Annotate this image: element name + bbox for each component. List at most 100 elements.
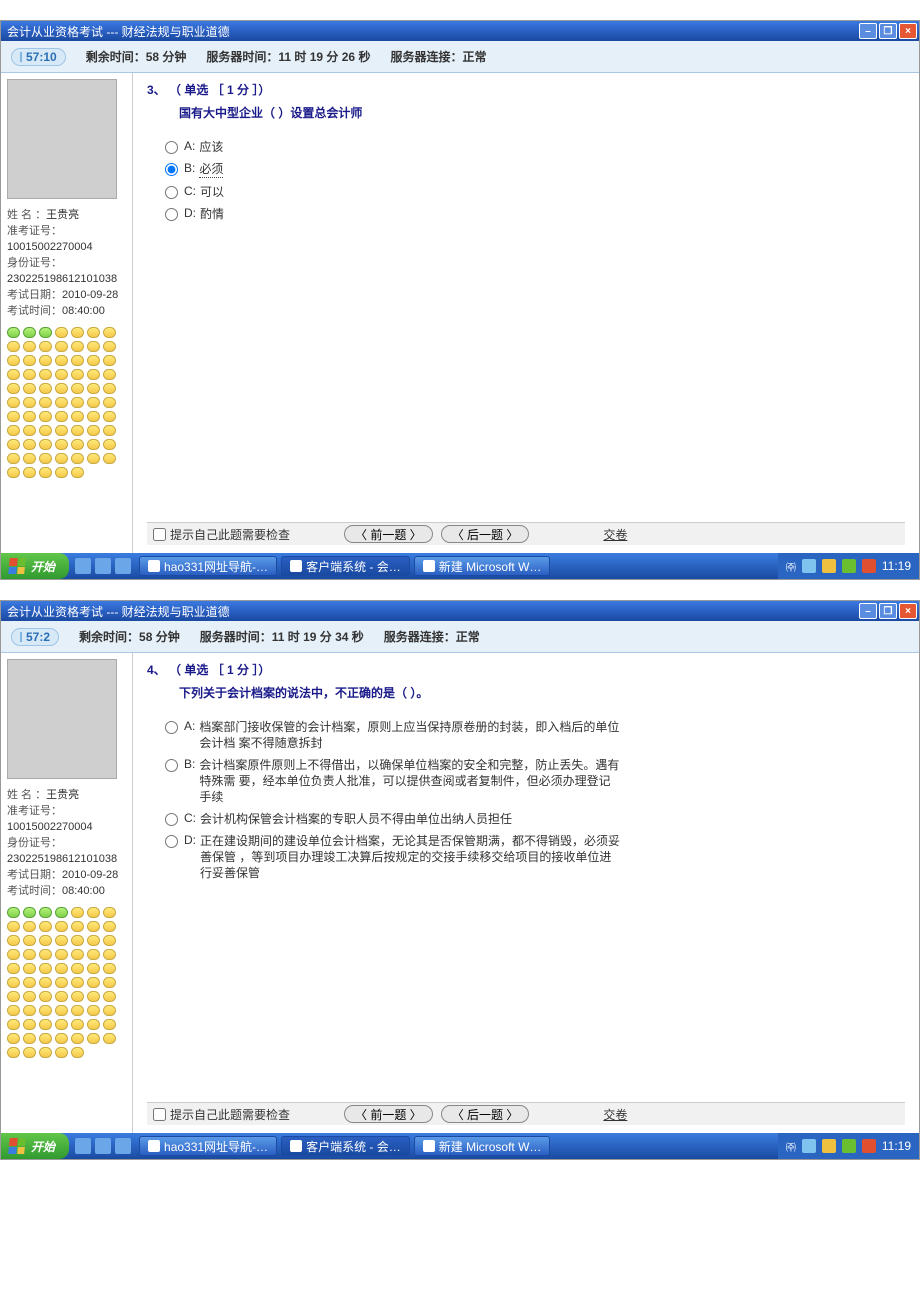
nav-question-button[interactable] [55,439,68,450]
nav-question-button[interactable] [39,439,52,450]
taskbar-app-button[interactable]: 新建 Microsoft W… [414,1136,551,1156]
tray-icon[interactable] [822,1139,836,1153]
nav-question-button[interactable] [71,397,84,408]
nav-question-button[interactable] [55,467,68,478]
nav-question-button[interactable] [7,921,20,932]
nav-question-button[interactable] [39,383,52,394]
quick-icon[interactable] [75,1138,91,1154]
nav-question-button[interactable] [55,949,68,960]
nav-question-button[interactable] [55,1019,68,1030]
nav-question-button[interactable] [39,453,52,464]
nav-question-button[interactable] [103,963,116,974]
option-radio[interactable] [165,186,178,199]
nav-question-button[interactable] [55,935,68,946]
nav-question-button[interactable] [55,411,68,422]
nav-question-button[interactable] [71,453,84,464]
nav-question-button[interactable] [55,425,68,436]
nav-question-button[interactable] [71,907,84,918]
nav-question-button[interactable] [55,977,68,988]
nav-question-button[interactable] [7,977,20,988]
nav-question-button[interactable] [23,327,36,338]
nav-question-button[interactable] [39,355,52,366]
nav-question-button[interactable] [23,467,36,478]
nav-question-button[interactable] [71,425,84,436]
nav-question-button[interactable] [71,963,84,974]
nav-question-button[interactable] [39,949,52,960]
tray-icon[interactable] [862,559,876,573]
nav-question-button[interactable] [23,949,36,960]
nav-question-button[interactable] [103,977,116,988]
nav-question-button[interactable] [23,411,36,422]
nav-question-button[interactable] [103,921,116,932]
nav-question-button[interactable] [55,327,68,338]
option-row[interactable]: B:会计档案原件原则上不得借出，以确保单位档案的安全和完整，防止丢失。遇有特殊需… [165,757,905,805]
nav-question-button[interactable] [71,355,84,366]
nav-question-button[interactable] [71,411,84,422]
nav-question-button[interactable] [23,439,36,450]
nav-question-button[interactable] [39,935,52,946]
nav-question-button[interactable] [55,341,68,352]
nav-question-button[interactable] [55,1005,68,1016]
next-button[interactable]: 〈 后一题 〉 [441,1105,530,1123]
nav-question-button[interactable] [23,977,36,988]
nav-question-button[interactable] [103,411,116,422]
nav-question-button[interactable] [87,341,100,352]
option-radio[interactable] [165,759,178,772]
nav-question-button[interactable] [87,977,100,988]
nav-question-button[interactable] [103,341,116,352]
nav-question-button[interactable] [7,1033,20,1044]
nav-question-button[interactable] [87,963,100,974]
tray-icon[interactable] [802,1139,816,1153]
tray-icon[interactable] [842,559,856,573]
nav-question-button[interactable] [103,949,116,960]
nav-question-button[interactable] [39,991,52,1002]
maximize-button[interactable]: ❐ [879,603,897,619]
tray-icon[interactable] [822,559,836,573]
nav-question-button[interactable] [71,327,84,338]
nav-question-button[interactable] [55,921,68,932]
close-button[interactable]: × [899,23,917,39]
nav-question-button[interactable] [23,907,36,918]
nav-question-button[interactable] [103,453,116,464]
nav-question-button[interactable] [87,949,100,960]
nav-question-button[interactable] [55,355,68,366]
nav-question-button[interactable] [23,397,36,408]
nav-question-button[interactable] [55,991,68,1002]
nav-question-button[interactable] [103,397,116,408]
nav-question-button[interactable] [87,1033,100,1044]
nav-question-button[interactable] [87,425,100,436]
nav-question-button[interactable] [87,383,100,394]
nav-question-button[interactable] [103,425,116,436]
start-button[interactable]: 开始 [1,553,69,579]
taskbar-app-button[interactable]: hao331网址导航-… [139,556,277,576]
nav-question-button[interactable] [23,991,36,1002]
nav-question-button[interactable] [7,1005,20,1016]
nav-question-button[interactable] [23,935,36,946]
nav-question-button[interactable] [7,397,20,408]
nav-question-button[interactable] [87,991,100,1002]
nav-question-button[interactable] [23,453,36,464]
taskbar-app-button[interactable]: 客户端系统 - 会… [281,1136,410,1156]
nav-question-button[interactable] [87,1019,100,1030]
nav-question-button[interactable] [71,991,84,1002]
nav-question-button[interactable] [71,1019,84,1030]
nav-question-button[interactable] [39,397,52,408]
nav-question-button[interactable] [39,963,52,974]
nav-question-button[interactable] [87,935,100,946]
nav-question-button[interactable] [23,921,36,932]
nav-question-button[interactable] [23,355,36,366]
nav-question-button[interactable] [39,327,52,338]
quick-icon[interactable] [75,558,91,574]
submit-link[interactable]: 交卷 [603,526,627,543]
nav-question-button[interactable] [7,383,20,394]
nav-question-button[interactable] [39,1033,52,1044]
taskbar-app-button[interactable]: 客户端系统 - 会… [281,556,410,576]
submit-link[interactable]: 交卷 [603,1106,627,1123]
nav-question-button[interactable] [7,411,20,422]
nav-question-button[interactable] [23,963,36,974]
option-radio[interactable] [165,813,178,826]
nav-question-button[interactable] [103,991,116,1002]
nav-question-button[interactable] [23,383,36,394]
nav-question-button[interactable] [71,1047,84,1058]
option-row[interactable]: A:应该 [165,139,905,155]
